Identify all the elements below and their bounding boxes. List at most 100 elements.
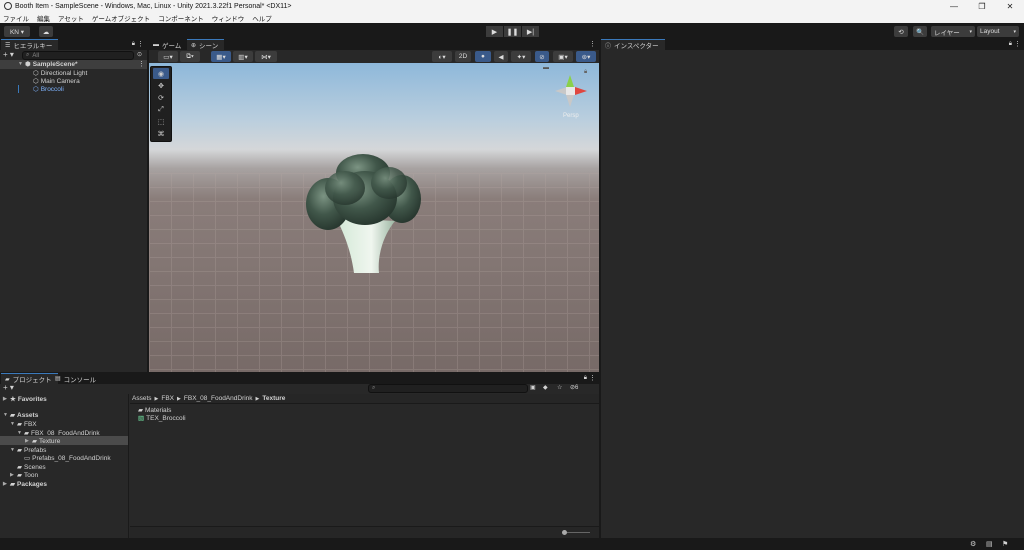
rotate-tool-icon[interactable]: ⟳	[153, 92, 169, 103]
breadcrumb-assets[interactable]: Assets	[132, 395, 152, 402]
hierarchy-item-main-camera[interactable]: ⬡ Main Camera	[33, 77, 80, 86]
minimize-button[interactable]: —	[940, 0, 968, 12]
add-button[interactable]: + ▾	[3, 50, 14, 59]
grid-dropdown[interactable]: ▥▾	[233, 51, 253, 62]
expand-icon[interactable]: ▶	[25, 438, 32, 444]
lock-icon[interactable]: 🔒︎	[584, 375, 587, 382]
panel-menu-icon[interactable]: ⋮	[137, 40, 144, 48]
auto-generate-lighting-icon[interactable]: ⚙	[970, 540, 976, 548]
lock-icon[interactable]: 🔒︎	[1009, 41, 1012, 48]
mode-2d-toggle[interactable]: 2D	[455, 51, 471, 62]
lock-icon[interactable]: 🔒︎	[132, 41, 135, 48]
layers-dropdown[interactable]: レイヤー ▾	[931, 26, 975, 37]
file-materials[interactable]: ▰ Materials	[138, 406, 171, 415]
breadcrumb-texture[interactable]: Texture	[262, 395, 285, 402]
menu-gameobject[interactable]: ゲームオブジェクト	[92, 13, 150, 23]
expand-icon[interactable]: ▶	[3, 396, 10, 402]
chevron-right-icon: ▶	[255, 395, 260, 402]
breadcrumb-fbx-08[interactable]: FBX_08_FoodAndDrink	[184, 395, 253, 402]
tree-packages[interactable]: ▶ ▰ Packages	[3, 480, 47, 489]
scene-item[interactable]: ▼ ⬢ SampleScene*	[18, 60, 78, 69]
tab-game[interactable]: ▬ ゲーム	[149, 39, 187, 50]
panel-menu-icon[interactable]: ⋮	[589, 374, 596, 382]
hidden-packages-icon[interactable]: ⊘6	[570, 384, 578, 391]
orientation-gizmo[interactable]	[551, 71, 591, 111]
tab-hierarchy[interactable]: ☰ ヒエラルキー	[1, 39, 59, 50]
scale-tool-icon[interactable]: ⤢	[153, 104, 169, 115]
gizmo-persp-label[interactable]: Persp	[563, 113, 579, 119]
menu-help[interactable]: ヘルプ	[252, 13, 272, 23]
maximize-button[interactable]: ❐	[968, 0, 996, 12]
filter-icon[interactable]: ⊙	[137, 51, 142, 58]
lighting-toggle[interactable]: ●	[475, 51, 491, 62]
menu-assets[interactable]: アセット	[58, 13, 84, 23]
rect-tool-icon[interactable]: ⬚	[153, 116, 169, 127]
transform-mode-dropdown[interactable]: ⧉▾	[180, 51, 200, 62]
tab-scene[interactable]: ⊕ シーン	[187, 39, 225, 50]
pause-button[interactable]: ❚❚	[504, 26, 521, 37]
menu-edit[interactable]: 編集	[37, 13, 50, 23]
add-asset-button[interactable]: + ▾	[3, 383, 14, 392]
search-by-label-icon[interactable]: ◆	[543, 384, 548, 391]
view-tool-eye-icon[interactable]: ◉	[153, 68, 169, 79]
search-by-type-icon[interactable]: ▣	[530, 384, 536, 391]
breadcrumb-fbx[interactable]: FBX	[161, 395, 174, 402]
tree-prefabs[interactable]: ▼ ▰ Prefabs	[10, 446, 46, 455]
transform-tool-icon[interactable]: ⌘	[153, 128, 169, 139]
hierarchy-item-broccoli[interactable]: ⬡ Broccoli	[33, 85, 64, 94]
effects-dropdown[interactable]: ✦▾	[511, 51, 531, 62]
tree-texture[interactable]: ▶ ▰ Texture	[25, 437, 60, 446]
expand-icon[interactable]: ▶	[3, 481, 10, 487]
scene-viewport[interactable]: Persp ▬ 🔒︎	[149, 63, 599, 372]
snap-dropdown[interactable]: ⋈▾	[255, 51, 277, 62]
file-tex-broccoli[interactable]: ▧ TEX_Broccoli	[138, 414, 186, 423]
tree-favorites[interactable]: ▶ ★ Favorites	[3, 395, 47, 404]
tree-scenes[interactable]: ▰ Scenes	[17, 463, 46, 472]
menu-window[interactable]: ウィンドウ	[212, 13, 245, 23]
menu-component[interactable]: コンポーネント	[158, 13, 204, 23]
tab-inspector[interactable]: ⓘ インスペクター	[601, 39, 665, 50]
menu-file[interactable]: ファイル	[3, 13, 29, 23]
panel-menu-icon[interactable]: ⋮	[589, 40, 596, 48]
scene-menu-icon[interactable]: ⋮	[138, 60, 145, 68]
search-icon[interactable]: 🔍	[913, 26, 927, 37]
cloud-icon[interactable]: ☁	[39, 26, 53, 37]
move-tool-icon[interactable]: ✥	[153, 80, 169, 91]
panel-menu-icon[interactable]: ⋮	[1014, 40, 1021, 48]
visibility-toggle[interactable]: ⊘	[535, 51, 549, 62]
gizmos-dropdown[interactable]: ⊛▾	[576, 51, 596, 62]
tree-prefabs-08-foodanddrink[interactable]: ▭ Prefabs_08_FoodAndDrink	[24, 454, 111, 463]
play-button[interactable]: ▶	[486, 26, 503, 37]
audio-toggle[interactable]: ◀	[494, 51, 508, 62]
expand-icon[interactable]: ▼	[10, 447, 17, 453]
gizmo-lock-icon[interactable]: 🔒︎	[584, 69, 587, 76]
close-button[interactable]: ✕	[996, 0, 1024, 12]
expand-icon[interactable]: ▼	[3, 412, 10, 418]
tree-fbx[interactable]: ▼ ▰ FBX	[10, 420, 37, 429]
debug-mode-icon[interactable]: ⚑	[1002, 540, 1008, 548]
step-button[interactable]: ▶|	[522, 26, 539, 37]
draw-mode-dropdown[interactable]: ▭▾	[158, 51, 178, 62]
save-search-icon[interactable]: ☆	[557, 384, 562, 391]
folder-open-icon: ▰	[17, 447, 22, 454]
grid-snap-dropdown[interactable]: ▦▾	[211, 51, 231, 62]
cache-server-icon[interactable]: ▤	[986, 540, 993, 548]
expand-icon[interactable]: ▼	[18, 61, 25, 67]
layout-dropdown[interactable]: Layout ▾	[977, 26, 1019, 37]
shading-mode-dropdown[interactable]: ◐▾	[432, 51, 452, 62]
star-icon: ★	[10, 396, 16, 403]
expand-icon[interactable]: ▶	[10, 472, 17, 478]
project-search-input[interactable]: ⌕	[368, 384, 528, 393]
tree-assets[interactable]: ▼ ▰ Assets	[3, 411, 38, 420]
tab-console[interactable]: ▤ コンソール	[51, 373, 102, 384]
zoom-slider-handle[interactable]	[562, 530, 567, 535]
hierarchy-tabbar: ☰ ヒエラルキー 🔒︎ ⋮	[0, 39, 147, 50]
overlay-drag-handle[interactable]: ▬	[543, 65, 549, 71]
hierarchy-search-input[interactable]: ⌕ All	[22, 51, 134, 60]
expand-icon[interactable]: ▼	[10, 421, 17, 427]
tree-toon[interactable]: ▶ ▰ Toon	[10, 471, 38, 480]
camera-dropdown[interactable]: ▣▾	[553, 51, 573, 62]
hierarchy-item-directional-light[interactable]: ⬡ Directional Light	[33, 69, 87, 78]
history-icon[interactable]: ⟲	[894, 26, 908, 37]
account-button[interactable]: KN ▾	[4, 26, 30, 37]
